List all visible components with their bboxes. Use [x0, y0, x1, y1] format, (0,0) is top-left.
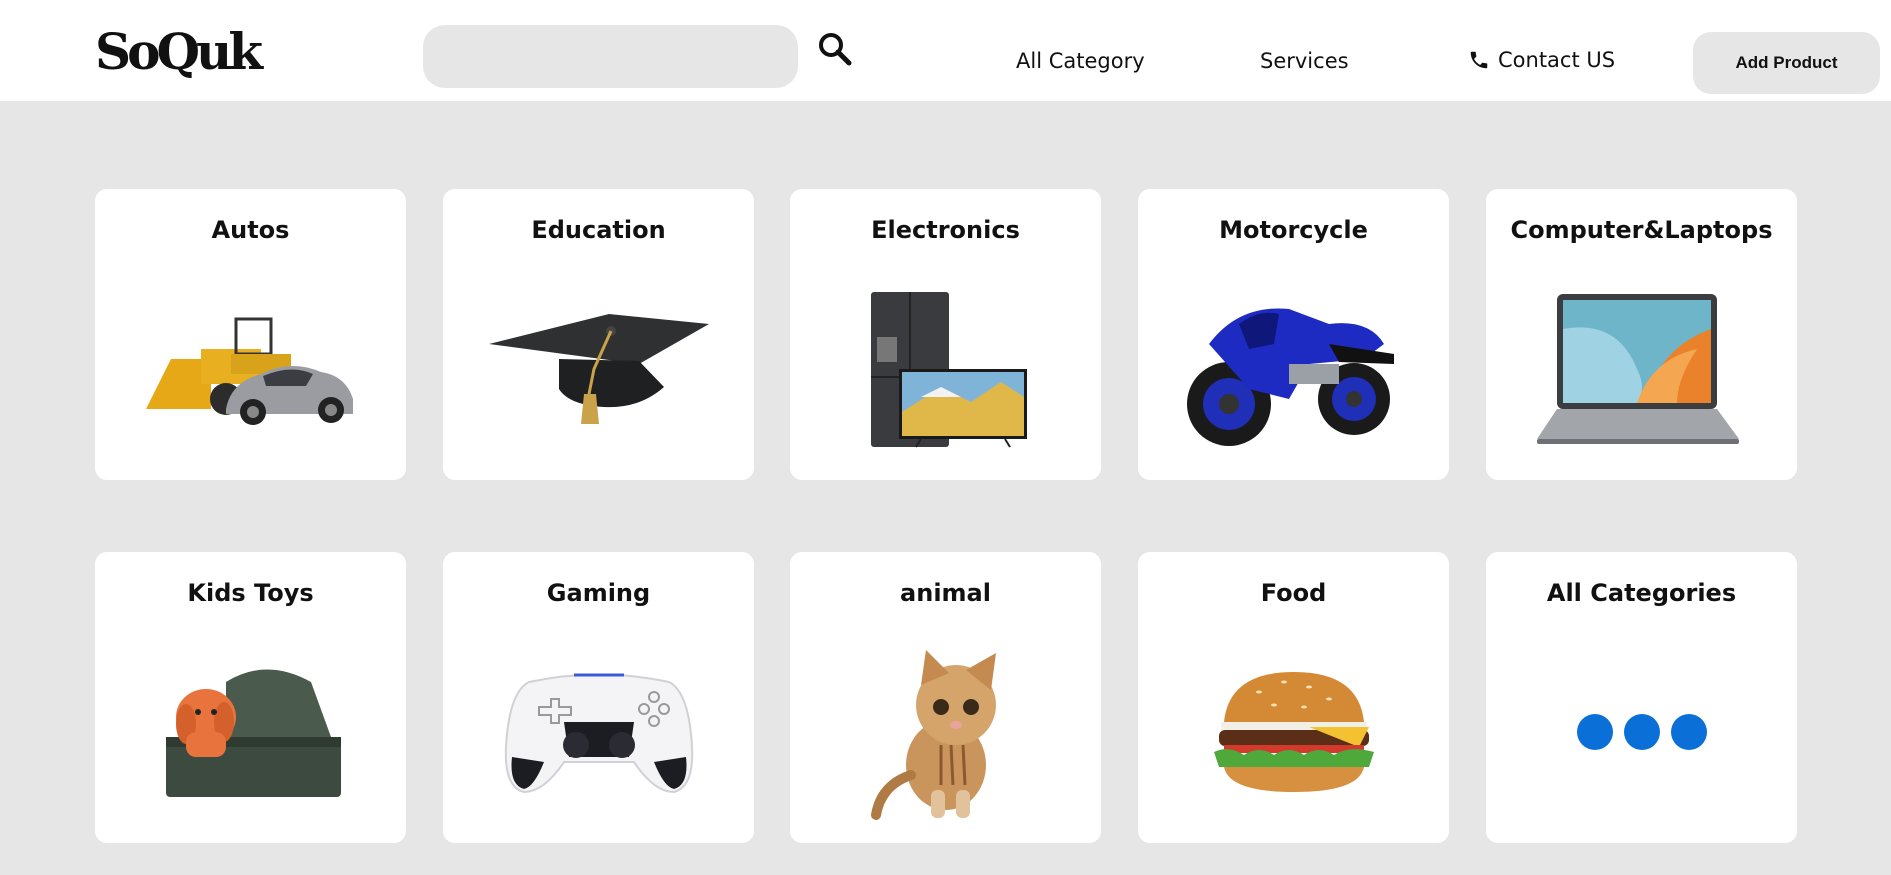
- category-title: Computer&Laptops: [1510, 216, 1773, 244]
- category-title: Kids Toys: [187, 579, 314, 607]
- phone-icon: [1468, 49, 1490, 71]
- add-product-button[interactable]: Add Product: [1693, 32, 1880, 94]
- category-card-kids-toys[interactable]: Kids Toys: [95, 552, 406, 843]
- kids-toys-image: [95, 642, 406, 822]
- category-title: All Categories: [1546, 579, 1737, 607]
- category-card-all-categories[interactable]: All Categories: [1486, 552, 1797, 843]
- category-title: Food: [1260, 579, 1327, 607]
- category-title: Autos: [211, 216, 290, 244]
- kitten-image: [790, 642, 1101, 822]
- graduation-cap-image: [443, 279, 754, 459]
- nav-all-category[interactable]: All Category: [1016, 48, 1145, 74]
- category-card-computer-laptops[interactable]: Computer&Laptops: [1486, 189, 1797, 480]
- category-title: Gaming: [546, 579, 651, 607]
- burger-image: [1138, 642, 1449, 822]
- category-title: Electronics: [871, 216, 1020, 244]
- laptop-image: [1486, 279, 1797, 459]
- search-input[interactable]: [423, 25, 798, 88]
- category-title: Motorcycle: [1219, 216, 1368, 244]
- motorcycle-image: [1138, 279, 1449, 459]
- nav-services[interactable]: Services: [1260, 48, 1349, 74]
- category-card-motorcycle[interactable]: Motorcycle: [1138, 189, 1449, 480]
- category-title: animal: [900, 579, 991, 607]
- category-card-autos[interactable]: Autos: [95, 189, 406, 480]
- more-dots-icon: [1486, 642, 1797, 822]
- search-icon[interactable]: [816, 30, 856, 70]
- category-card-education[interactable]: Education: [443, 189, 754, 480]
- autos-image: [95, 279, 406, 459]
- top-header: SoQuk All Category Services Contact US A…: [0, 0, 1891, 101]
- category-card-animal[interactable]: animal: [790, 552, 1101, 843]
- nav-contact-us[interactable]: Contact US: [1468, 47, 1615, 73]
- category-card-gaming[interactable]: Gaming: [443, 552, 754, 843]
- category-card-food[interactable]: Food: [1138, 552, 1449, 843]
- category-card-electronics[interactable]: Electronics: [790, 189, 1101, 480]
- electronics-image: [790, 279, 1101, 459]
- category-title: Education: [531, 216, 666, 244]
- game-controller-image: [443, 642, 754, 822]
- nav-contact-label: Contact US: [1498, 48, 1616, 72]
- site-logo[interactable]: SoQuk: [95, 22, 263, 82]
